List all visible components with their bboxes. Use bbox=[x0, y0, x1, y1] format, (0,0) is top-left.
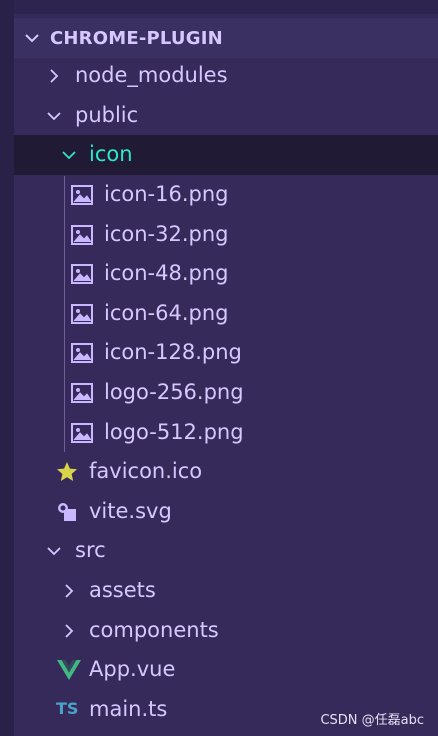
tree-item-label: icon-128.png bbox=[104, 340, 242, 364]
tree-item-label: components bbox=[89, 618, 219, 642]
tree-item-label: icon bbox=[89, 142, 133, 166]
chevron-right-icon bbox=[65, 624, 74, 638]
tree-item-label: assets bbox=[89, 578, 156, 602]
tree-item-src[interactable]: src bbox=[14, 531, 438, 571]
chevron-down-icon bbox=[47, 112, 61, 121]
chevron-right-icon bbox=[65, 584, 74, 598]
explorer-root-header[interactable]: CHROME-PLUGIN bbox=[14, 18, 438, 58]
image-file-icon bbox=[71, 304, 93, 324]
image-file-icon bbox=[71, 225, 93, 245]
tree-item-public[interactable]: public bbox=[14, 96, 438, 136]
tree-item-label: main.ts bbox=[89, 697, 168, 721]
image-file-icon bbox=[71, 343, 93, 363]
chevron-right-icon bbox=[50, 69, 59, 83]
tree-item-label: icon-32.png bbox=[104, 222, 229, 246]
star-icon bbox=[57, 462, 77, 481]
chevron-down-icon bbox=[47, 547, 61, 556]
tree-item-assets[interactable]: assets bbox=[14, 571, 438, 611]
image-file-icon bbox=[71, 423, 93, 443]
tree-item-label: node_modules bbox=[75, 63, 228, 87]
tree-item-label: icon-48.png bbox=[104, 261, 229, 285]
image-file-icon bbox=[71, 185, 93, 205]
root-folder-label: CHROME-PLUGIN bbox=[50, 28, 223, 49]
tree-item-label: src bbox=[75, 538, 106, 562]
chevron-down-icon bbox=[62, 151, 76, 160]
image-file-icon bbox=[71, 264, 93, 284]
image-file-icon bbox=[71, 383, 93, 403]
svg-file-icon bbox=[58, 503, 76, 521]
tree-item-icon-64[interactable]: icon-64.png bbox=[14, 294, 438, 334]
tree-item-label: App.vue bbox=[89, 657, 176, 681]
tree-item-favicon[interactable]: favicon.ico bbox=[14, 452, 438, 492]
file-explorer: CHROME-PLUGIN node_modules public icon i… bbox=[0, 0, 438, 736]
activity-gutter bbox=[0, 0, 14, 736]
tree-item-label: logo-256.png bbox=[104, 380, 244, 404]
tree-item-node-modules[interactable]: node_modules bbox=[14, 56, 438, 96]
tree-item-label: icon-16.png bbox=[104, 182, 229, 206]
tree-item-app-vue[interactable]: App.vue bbox=[14, 650, 438, 690]
tree-item-label: icon-64.png bbox=[104, 301, 229, 325]
tree-item-label: vite.svg bbox=[89, 499, 172, 523]
tree-item-label: favicon.ico bbox=[89, 459, 203, 483]
tree-item-icon-48[interactable]: icon-48.png bbox=[14, 254, 438, 294]
tree-item-icon-128[interactable]: icon-128.png bbox=[14, 333, 438, 373]
watermark: CSDN @任磊abc bbox=[320, 713, 424, 728]
typescript-icon: TS bbox=[56, 699, 79, 718]
chevron-down-icon bbox=[25, 34, 39, 43]
tree-item-vite-svg[interactable]: vite.svg bbox=[14, 492, 438, 532]
vue-logo-icon bbox=[57, 660, 81, 680]
tree-item-icon-16[interactable]: icon-16.png bbox=[14, 175, 438, 215]
tree-item-label: logo-512.png bbox=[104, 420, 244, 444]
tree-item-components[interactable]: components bbox=[14, 611, 438, 651]
tree-item-icon-folder[interactable]: icon bbox=[14, 135, 438, 175]
tree-item-logo-512[interactable]: logo-512.png bbox=[14, 413, 438, 453]
explorer-top-strip bbox=[14, 0, 438, 14]
tree-item-label: public bbox=[75, 103, 139, 127]
tree-item-logo-256[interactable]: logo-256.png bbox=[14, 373, 438, 413]
tree-item-icon-32[interactable]: icon-32.png bbox=[14, 215, 438, 255]
